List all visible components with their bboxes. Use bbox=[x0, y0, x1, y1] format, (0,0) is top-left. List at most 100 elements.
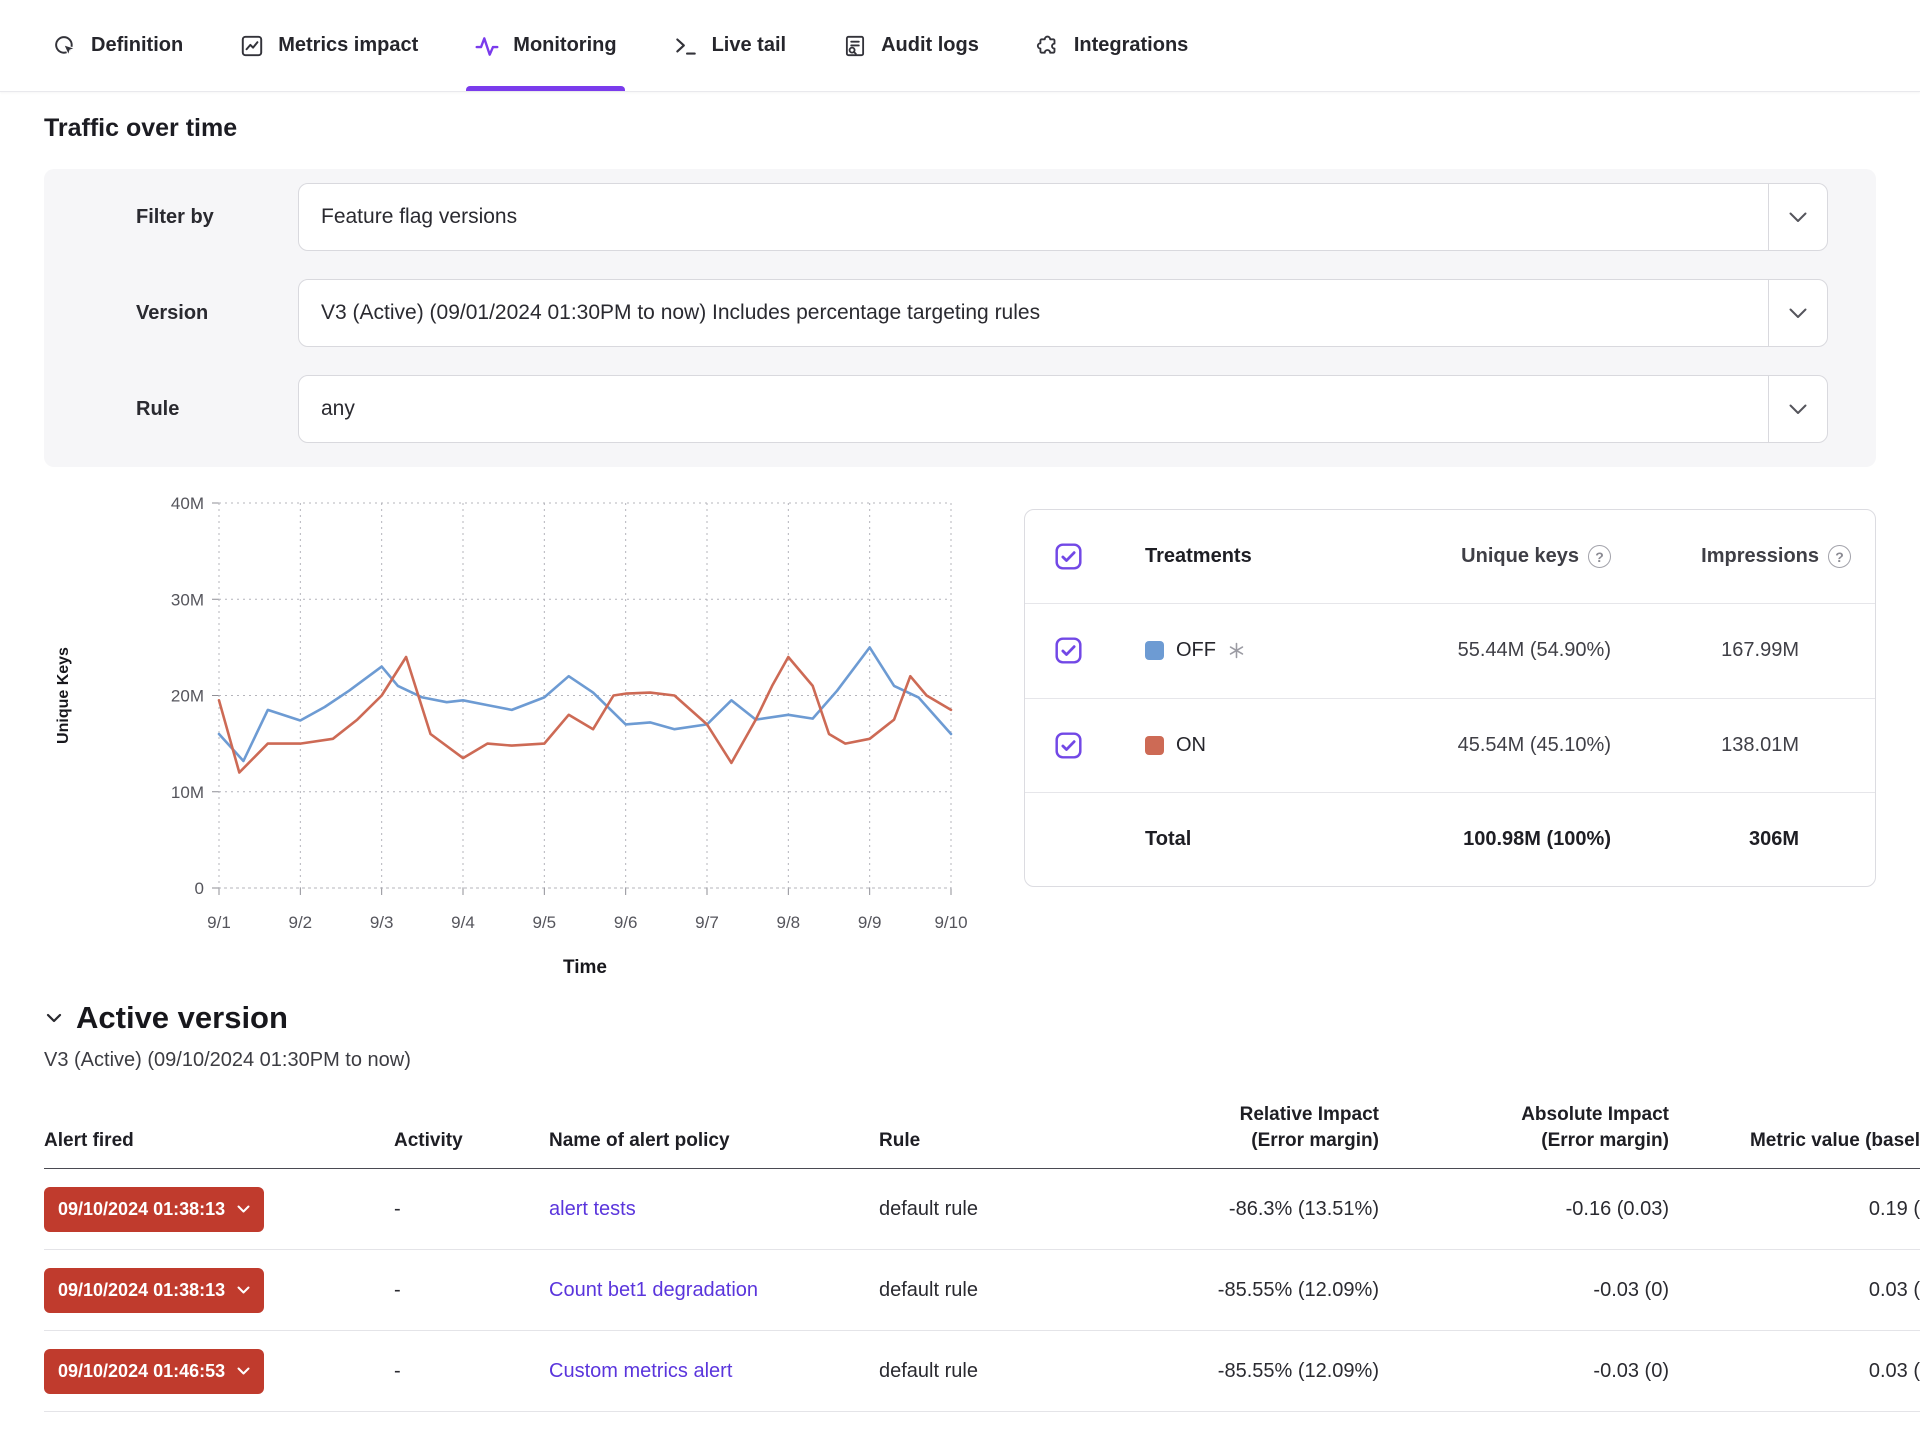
impressions-value: 138.01M bbox=[1615, 734, 1875, 757]
treatments-column-header: Treatments bbox=[1145, 545, 1315, 568]
chevron-down-icon bbox=[237, 1367, 250, 1375]
tab-label: Definition bbox=[91, 34, 183, 57]
active-tab-indicator bbox=[466, 86, 624, 91]
impressions-header-label: Impressions bbox=[1701, 545, 1819, 568]
tab-label: Live tail bbox=[712, 34, 786, 57]
svg-text:9/4: 9/4 bbox=[451, 913, 475, 932]
unique-keys-value: 55.44M (54.90%) bbox=[1315, 639, 1615, 662]
svg-text:20M: 20M bbox=[171, 687, 204, 706]
alert-policy-link[interactable]: Custom metrics alert bbox=[549, 1360, 732, 1382]
tab-metrics-impact[interactable]: Metrics impact bbox=[239, 0, 418, 91]
alert-fired-header: Alert fired bbox=[44, 1128, 394, 1154]
tab-monitoring[interactable]: Monitoring bbox=[474, 0, 616, 91]
total-unique-keys: 100.98M (100%) bbox=[1315, 828, 1615, 851]
relative-impact-cell: -86.3% (13.51%) bbox=[1109, 1198, 1379, 1221]
activity-cell: - bbox=[394, 1279, 549, 1302]
tab-definition[interactable]: Definition bbox=[52, 0, 183, 91]
svg-text:9/3: 9/3 bbox=[370, 913, 394, 932]
unique-keys-value: 45.54M (45.10%) bbox=[1315, 734, 1615, 757]
alert-policy-link[interactable]: alert tests bbox=[549, 1198, 636, 1220]
impressions-value: 167.99M bbox=[1615, 639, 1875, 662]
alert-row: 09/10/2024 01:46:53 - Custom metrics ale… bbox=[44, 1331, 1920, 1412]
help-icon[interactable]: ? bbox=[1828, 545, 1851, 568]
chevron-down-icon bbox=[1769, 212, 1827, 223]
chevron-down-icon bbox=[237, 1205, 250, 1213]
integrations-icon bbox=[1035, 33, 1061, 59]
metric-value-cell: 0.03 ( bbox=[1669, 1360, 1920, 1383]
help-icon[interactable]: ? bbox=[1588, 545, 1611, 568]
frozen-asterisk-icon bbox=[1228, 642, 1245, 659]
alerts-header-row: Alert fired Activity Name of alert polic… bbox=[44, 1102, 1920, 1169]
alert-fired-time: 09/10/2024 01:38:13 bbox=[58, 1280, 225, 1301]
treatment-row-off: OFF 55.44M (54.90%) 167.99M bbox=[1025, 604, 1875, 698]
alert-fired-time: 09/10/2024 01:38:13 bbox=[58, 1199, 225, 1220]
activity-cell: - bbox=[394, 1360, 549, 1383]
activity-header: Activity bbox=[394, 1128, 549, 1154]
svg-text:9/8: 9/8 bbox=[777, 913, 801, 932]
absolute-impact-cell: -0.03 (0) bbox=[1379, 1279, 1669, 1302]
rule-row: Rule any bbox=[136, 375, 1828, 443]
relative-impact-header: Relative Impact (Error margin) bbox=[1109, 1102, 1379, 1153]
svg-text:9/1: 9/1 bbox=[207, 913, 231, 932]
treatments-header-row: Treatments Unique keys ? Impressions ? bbox=[1025, 510, 1875, 604]
alerts-table: Alert fired Activity Name of alert polic… bbox=[44, 1102, 1920, 1412]
svg-text:Unique Keys: Unique Keys bbox=[55, 647, 72, 744]
tab-label: Metrics impact bbox=[278, 34, 418, 57]
monitoring-page: Definition Metrics impact Monitoring Liv… bbox=[0, 0, 1920, 1431]
treatments-total-row: Total 100.98M (100%) 306M bbox=[1025, 793, 1875, 886]
rule-header: Rule bbox=[879, 1128, 1109, 1154]
tab-label: Integrations bbox=[1074, 34, 1188, 57]
alert-policy-header: Name of alert policy bbox=[549, 1128, 879, 1154]
alert-policy-link[interactable]: Count bet1 degradation bbox=[549, 1279, 758, 1301]
active-version-toggle[interactable]: Active version bbox=[44, 1000, 1876, 1036]
chevron-down-icon bbox=[237, 1286, 250, 1294]
chevron-down-icon bbox=[1769, 308, 1827, 319]
absolute-impact-header: Absolute Impact (Error margin) bbox=[1379, 1102, 1669, 1153]
svg-text:9/9: 9/9 bbox=[858, 913, 882, 932]
chart-section: 010M20M30M40M9/19/29/39/49/59/69/79/89/9… bbox=[44, 470, 1876, 982]
impressions-column-header: Impressions ? bbox=[1615, 545, 1875, 568]
version-select[interactable]: V3 (Active) (09/01/2024 01:30PM to now) … bbox=[298, 279, 1828, 347]
active-version-title: Active version bbox=[76, 1000, 288, 1036]
chevron-down-icon bbox=[44, 1008, 64, 1028]
relative-impact-cell: -85.55% (12.09%) bbox=[1109, 1360, 1379, 1383]
rule-select[interactable]: any bbox=[298, 375, 1828, 443]
rule-value: any bbox=[321, 397, 1768, 421]
alert-row: 09/10/2024 01:38:13 - alert tests defaul… bbox=[44, 1169, 1920, 1250]
filter-by-select[interactable]: Feature flag versions bbox=[298, 183, 1828, 251]
svg-text:10M: 10M bbox=[171, 783, 204, 802]
total-label: Total bbox=[1145, 828, 1315, 851]
treatments-select-all-checkbox[interactable] bbox=[1055, 543, 1145, 570]
filter-panel: Filter by Feature flag versions Version … bbox=[44, 169, 1876, 467]
tab-live-tail[interactable]: Live tail bbox=[673, 0, 786, 91]
off-treatment-checkbox[interactable] bbox=[1055, 637, 1145, 664]
traffic-over-time-title: Traffic over time bbox=[44, 114, 1876, 143]
rule-label: Rule bbox=[136, 398, 298, 421]
alert-fired-badge[interactable]: 09/10/2024 01:46:53 bbox=[44, 1349, 264, 1394]
version-label: Version bbox=[136, 302, 298, 325]
alert-fired-badge[interactable]: 09/10/2024 01:38:13 bbox=[44, 1187, 264, 1232]
definition-icon bbox=[52, 33, 78, 59]
traffic-line-chart: 010M20M30M40M9/19/29/39/49/59/69/79/89/9… bbox=[44, 470, 994, 982]
svg-text:9/10: 9/10 bbox=[934, 913, 967, 932]
absolute-impact-cell: -0.16 (0.03) bbox=[1379, 1198, 1669, 1221]
chevron-down-icon bbox=[1769, 404, 1827, 415]
version-row: Version V3 (Active) (09/01/2024 01:30PM … bbox=[136, 279, 1828, 347]
monitoring-icon bbox=[474, 33, 500, 59]
activity-cell: - bbox=[394, 1198, 549, 1221]
on-treatment-checkbox[interactable] bbox=[1055, 732, 1145, 759]
rule-cell: default rule bbox=[879, 1360, 1109, 1383]
tab-audit-logs[interactable]: Audit logs bbox=[842, 0, 979, 91]
alert-fired-time: 09/10/2024 01:46:53 bbox=[58, 1361, 225, 1382]
tab-integrations[interactable]: Integrations bbox=[1035, 0, 1188, 91]
main-content: Traffic over time Filter by Feature flag… bbox=[0, 114, 1920, 1412]
treatment-row-on: ON 45.54M (45.10%) 138.01M bbox=[1025, 699, 1875, 793]
svg-text:9/5: 9/5 bbox=[533, 913, 557, 932]
filter-by-row: Filter by Feature flag versions bbox=[136, 183, 1828, 251]
treatment-name: OFF bbox=[1176, 639, 1216, 662]
alert-row: 09/10/2024 01:38:13 - Count bet1 degrada… bbox=[44, 1250, 1920, 1331]
svg-text:9/6: 9/6 bbox=[614, 913, 638, 932]
alert-fired-badge[interactable]: 09/10/2024 01:38:13 bbox=[44, 1268, 264, 1313]
tab-label: Audit logs bbox=[881, 34, 979, 57]
metric-value-header: Metric value (basel bbox=[1669, 1128, 1920, 1154]
